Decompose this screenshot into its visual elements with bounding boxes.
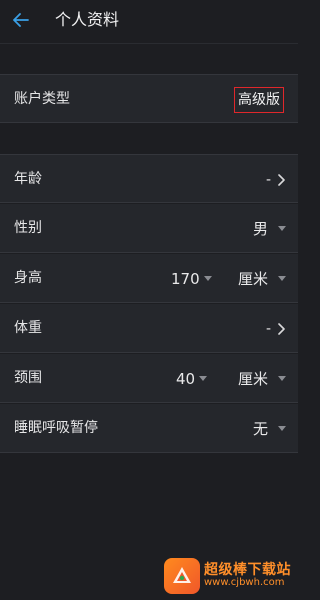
height-row: 身高 170 厘米 bbox=[0, 254, 298, 303]
height-unit: 厘米 bbox=[237, 270, 268, 288]
caret-down-icon bbox=[278, 226, 286, 231]
age-value-group: - bbox=[266, 155, 286, 204]
neck-unit-select[interactable]: 厘米 bbox=[238, 354, 286, 403]
caret-down-icon bbox=[203, 276, 212, 281]
watermark-text: 超级棒下载站 www.cjbwh.com bbox=[204, 563, 291, 588]
sleep-apnea-label: 睡眠呼吸暂停 bbox=[14, 420, 98, 436]
caret-down-icon bbox=[278, 426, 286, 431]
weight-value-group: - bbox=[266, 304, 286, 353]
page-title: 个人资料 bbox=[55, 10, 120, 29]
neck-label: 颈围 bbox=[14, 370, 42, 386]
watermark-name: 超级棒下载站 bbox=[204, 562, 291, 579]
neck-unit: 厘米 bbox=[237, 370, 268, 388]
height-unit-select[interactable]: 厘米 bbox=[238, 254, 286, 303]
chevron-right-icon bbox=[278, 173, 285, 186]
gender-row[interactable]: 性别 男 bbox=[0, 204, 298, 253]
watermark-logo-icon bbox=[164, 558, 200, 594]
sleep-apnea-value: 无 bbox=[252, 420, 268, 438]
weight-label: 体重 bbox=[14, 320, 42, 336]
neck-value-select[interactable]: 40 bbox=[176, 354, 208, 403]
caret-down-icon bbox=[199, 376, 208, 381]
account-type-label: 账户类型 bbox=[14, 91, 70, 107]
neck-row: 颈围 40 厘米 bbox=[0, 354, 298, 403]
gender-select[interactable]: 男 bbox=[253, 204, 286, 253]
caret-down-icon bbox=[278, 276, 286, 281]
height-value-select[interactable]: 170 bbox=[171, 254, 212, 303]
age-label: 年龄 bbox=[14, 171, 42, 187]
watermark-url: www.cjbwh.com bbox=[204, 577, 285, 589]
height-value: 170 bbox=[171, 269, 200, 288]
app-header: 个人资料 bbox=[0, 0, 298, 42]
gender-value: 男 bbox=[252, 220, 268, 238]
weight-value: - bbox=[265, 320, 271, 337]
arrow-left-icon bbox=[13, 13, 29, 27]
site-watermark: 超级棒下载站 www.cjbwh.com bbox=[164, 556, 294, 596]
account-type-row: 账户类型 高级版 bbox=[0, 74, 298, 123]
back-button[interactable] bbox=[10, 9, 32, 31]
account-type-value: 高级版 bbox=[234, 87, 284, 113]
header-divider bbox=[0, 43, 298, 44]
gender-label: 性别 bbox=[14, 220, 42, 236]
neck-value: 40 bbox=[176, 369, 196, 388]
chevron-right-icon bbox=[278, 322, 285, 335]
sleep-apnea-row[interactable]: 睡眠呼吸暂停 无 bbox=[0, 404, 298, 453]
height-label: 身高 bbox=[14, 270, 42, 286]
age-row[interactable]: 年龄 - bbox=[0, 154, 298, 203]
weight-row[interactable]: 体重 - bbox=[0, 304, 298, 353]
caret-down-icon bbox=[278, 376, 286, 381]
age-value: - bbox=[265, 171, 271, 188]
sleep-apnea-select[interactable]: 无 bbox=[253, 404, 286, 453]
